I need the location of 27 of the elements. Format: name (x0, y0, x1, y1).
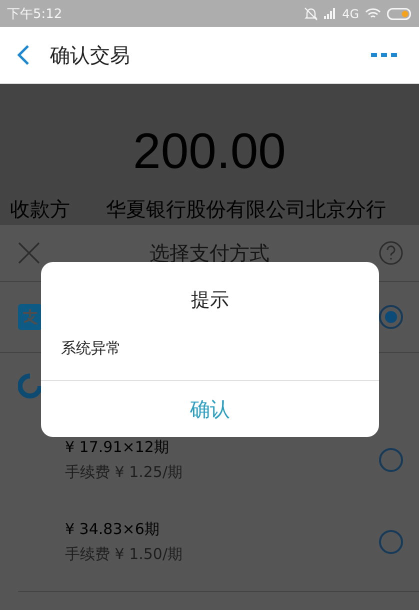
status-time: 下午5:12 (7, 6, 62, 22)
signal-icon (324, 8, 336, 19)
ring-logo-icon (18, 373, 42, 399)
payee-label: 收款方 (10, 196, 70, 223)
close-button[interactable] (18, 242, 40, 264)
installment-fee: 手续费 ¥ 1.50/期 (65, 545, 184, 564)
page-title: 确认交易 (50, 42, 131, 68)
wallet-logo-icon (18, 304, 42, 330)
radio-button[interactable] (379, 448, 403, 472)
payee-name: 华夏银行股份有限公司北京分行 (106, 196, 386, 223)
network-type: 4G (342, 6, 359, 20)
installment-amount: ¥ 34.83×6期 (65, 520, 160, 539)
confirm-button[interactable]: 确认 (41, 380, 379, 437)
more-button[interactable] (371, 52, 397, 58)
sheet-title: 选择支付方式 (148, 240, 270, 266)
installment-fee: 手续费 ¥ 1.25/期 (65, 463, 184, 482)
dialog-title: 提示 (190, 288, 230, 313)
back-button[interactable] (16, 44, 30, 66)
radio-button[interactable] (379, 305, 403, 329)
wifi-icon (365, 8, 381, 20)
muted-bell-icon (304, 6, 318, 20)
help-button[interactable] (379, 241, 403, 265)
battery-icon (387, 8, 411, 20)
installment-amount: ¥ 17.91×12期 (65, 438, 170, 457)
dialog-message: 系统异常 (60, 338, 122, 359)
amount: 200.00 (132, 122, 287, 181)
radio-button[interactable] (379, 530, 403, 554)
